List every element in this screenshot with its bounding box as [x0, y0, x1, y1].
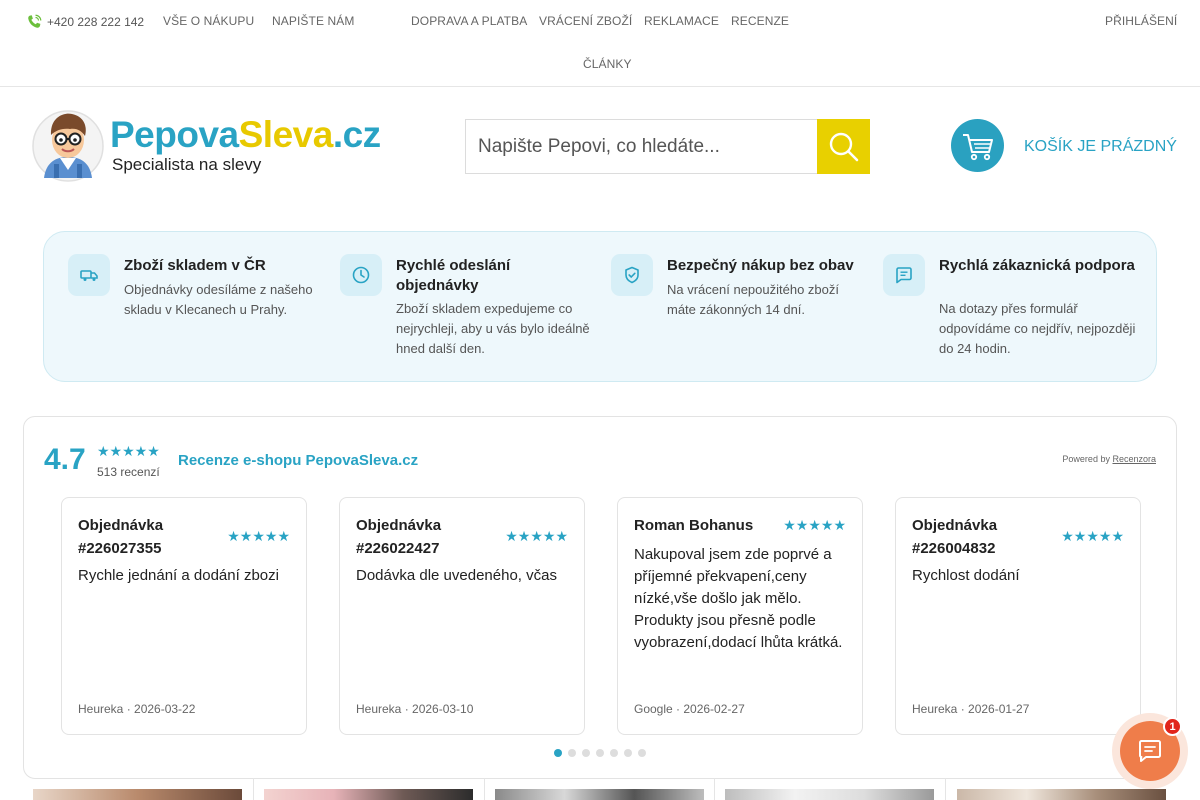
search-icon: [829, 132, 858, 161]
pagination-dot[interactable]: [610, 749, 618, 757]
clock-icon: [340, 254, 382, 296]
search-button[interactable]: [817, 119, 870, 174]
benefit-title: Rychlá zákaznická podpora: [939, 257, 1135, 274]
search-bar: [465, 119, 870, 174]
review-text: Nakupoval jsem zde poprvé a příjemné pře…: [634, 546, 843, 651]
pagination-dot[interactable]: [596, 749, 604, 757]
reviews-title-link[interactable]: Recenze e-shopu PepovaSleva.cz: [178, 452, 418, 469]
logo-part-cz: .cz: [332, 114, 381, 155]
logo-tagline: Specialista na slevy: [112, 155, 262, 174]
phone-link[interactable]: +420 228 222 142: [25, 13, 144, 31]
nav-link-recenze[interactable]: RECENZE: [731, 14, 789, 28]
phone-icon: [28, 14, 42, 28]
benefit-title: Rychlé odeslání objednávky: [396, 257, 511, 294]
pagination-dot[interactable]: [624, 749, 632, 757]
review-card: Objednávka #226004832 ★★★★★ Rychlost dod…: [895, 497, 1141, 735]
product-image[interactable]: [495, 789, 704, 800]
nav-link-doprava-a-platba[interactable]: DOPRAVA A PLATBA: [411, 14, 527, 28]
nav-link-vse-o-nakupu[interactable]: VŠE O NÁKUPU: [163, 14, 254, 28]
review-score: 4.7: [44, 443, 86, 476]
review-text: Rychle jednání a dodání zbozi: [78, 567, 279, 584]
benefits-panel: Zboží skladem v ČR Objednávky odesíláme …: [43, 231, 1157, 382]
product-image[interactable]: [957, 789, 1166, 800]
login-link[interactable]: PŘIHLÁŠENÍ: [1105, 14, 1177, 28]
benefit-text: Objednávky odesíláme z našeho skladu v K…: [124, 282, 313, 317]
site-logo[interactable]: PepovaSleva.cz Specialista na slevy: [30, 108, 390, 188]
review-author: Objednávka #226027355: [78, 517, 164, 557]
cart-status-link[interactable]: KOŠÍK JE PRÁZDNÝ: [1024, 138, 1177, 156]
product-divider: [253, 778, 254, 800]
review-author: Roman Bohanus: [634, 517, 754, 534]
review-author: Objednávka #226022427: [356, 517, 442, 557]
review-card-stars: ★★★★★: [227, 528, 290, 544]
review-meta: Heureka · 2026-03-22: [78, 702, 196, 716]
review-card-stars: ★★★★★: [783, 517, 846, 533]
logo-part-pepova: Pepova: [110, 114, 239, 155]
logo-part-sleva: Sleva: [238, 114, 334, 155]
search-input[interactable]: [465, 119, 817, 174]
review-meta: Google · 2026-02-27: [634, 702, 745, 716]
chat-bubble-icon: [1139, 740, 1161, 762]
mascot-logo-icon: [32, 110, 104, 182]
review-card: Roman Bohanus ★★★★★ Nakupoval jsem zde p…: [617, 497, 863, 735]
benefit-title: Zboží skladem v ČR: [124, 257, 266, 274]
powered-by: Powered by Recenzora: [1062, 454, 1156, 464]
shield-check-icon: [611, 254, 653, 296]
chat-icon: [883, 254, 925, 296]
nav-link-reklamace[interactable]: REKLAMACE: [644, 14, 719, 28]
cart-button[interactable]: [951, 119, 1004, 172]
review-meta: Heureka · 2026-03-10: [356, 702, 474, 716]
review-text: Rychlost dodání: [912, 567, 1020, 584]
chat-widget-button[interactable]: 1: [1112, 713, 1188, 789]
cart-icon: [962, 133, 993, 160]
top-bar: +420 228 222 142 VŠE O NÁKUPU NAPIŠTE NÁ…: [0, 0, 1200, 87]
review-text: Dodávka dle uvedeného, včas: [356, 567, 557, 584]
powered-by-label: Powered by: [1062, 454, 1110, 464]
phone-number: +420 228 222 142: [47, 15, 145, 29]
product-divider: [484, 778, 485, 800]
product-image[interactable]: [264, 789, 473, 800]
benefit-text: Na dotazy přes formulář odpovídáme co ne…: [939, 301, 1136, 356]
product-divider: [714, 778, 715, 800]
benefit-title: Bezpečný nákup bez obav: [667, 257, 854, 274]
reviews-widget: 4.7 ★★★★★ 513 recenzí Recenze e-shopu Pe…: [23, 416, 1177, 779]
truck-icon: [68, 254, 110, 296]
review-card-stars: ★★★★★: [1061, 528, 1124, 544]
review-author: Objednávka #226004832: [912, 517, 998, 557]
review-card: Objednávka #226022427 ★★★★★ Dodávka dle …: [339, 497, 585, 735]
pagination-dot[interactable]: [638, 749, 646, 757]
review-card: Objednávka #226027355 ★★★★★ Rychle jedná…: [61, 497, 307, 735]
logo-wordmark: PepovaSleva.cz: [110, 114, 381, 156]
review-stars: ★★★★★: [97, 443, 160, 459]
review-meta: Heureka · 2026-01-27: [912, 702, 1030, 716]
benefit-text: Na vrácení nepoužitého zboží máte zákonn…: [667, 282, 839, 317]
pagination-dot[interactable]: [568, 749, 576, 757]
recenzora-link[interactable]: Recenzora: [1112, 454, 1156, 464]
nav-link-vraceni-zbozi[interactable]: VRÁCENÍ ZBOŽÍ: [539, 14, 632, 28]
nav-link-napiste-nam[interactable]: NAPIŠTE NÁM: [272, 14, 354, 28]
pagination-dot[interactable]: [582, 749, 590, 757]
benefit-text: Zboží skladem expedujeme co nejrychleji,…: [396, 301, 590, 356]
nav-link-clanky[interactable]: ČLÁNKY: [583, 57, 632, 71]
review-count: 513 recenzí: [97, 465, 160, 479]
product-image[interactable]: [33, 789, 242, 800]
review-pagination: [554, 749, 646, 757]
review-card-stars: ★★★★★: [505, 528, 568, 544]
product-divider: [945, 778, 946, 800]
pagination-dot[interactable]: [554, 749, 562, 757]
product-image[interactable]: [725, 789, 934, 800]
chat-notification-badge: 1: [1163, 717, 1182, 736]
